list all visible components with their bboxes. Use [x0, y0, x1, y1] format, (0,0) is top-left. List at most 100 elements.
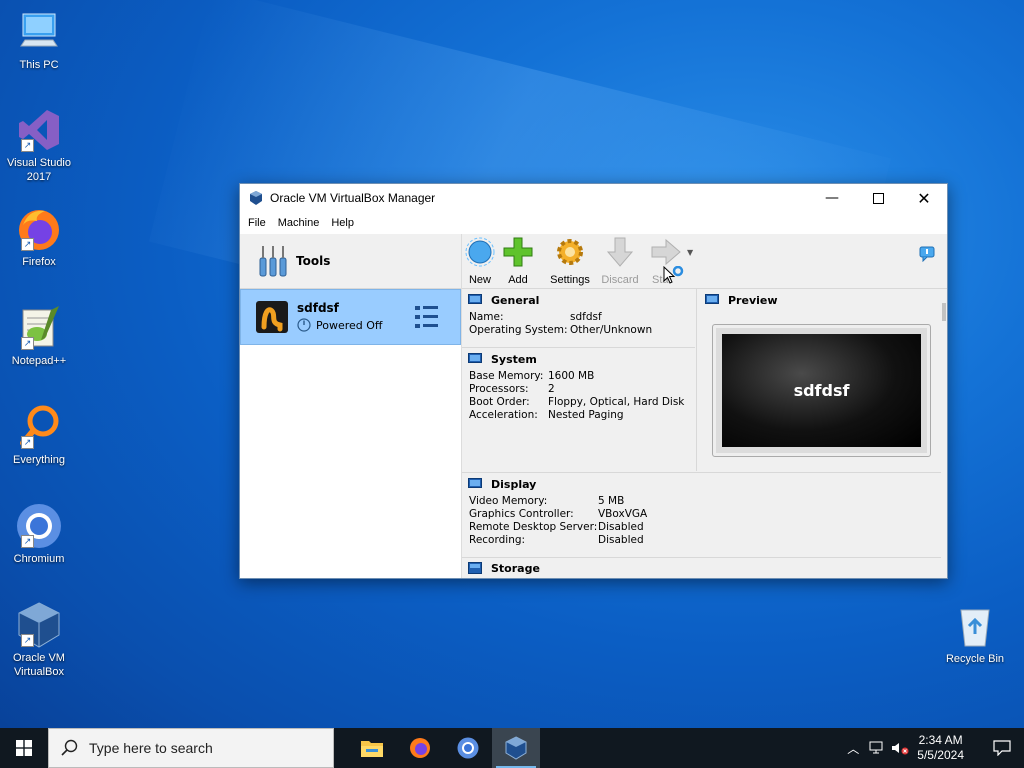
display-section: Display Video Memory: 5 MB Graphics Contr…	[462, 472, 941, 558]
firefox-icon	[410, 738, 430, 758]
show-hidden-icons-chevron-icon[interactable]: ︿	[847, 740, 859, 757]
shortcut-arrow-icon: ↗	[21, 139, 34, 152]
desktop-icon-notepadpp[interactable]: ↗ Notepad++	[0, 304, 78, 368]
taskbar-firefox[interactable]	[396, 728, 444, 768]
action-center-button[interactable]	[980, 728, 1024, 768]
close-icon: ✕	[917, 188, 931, 208]
shortcut-arrow-icon: ↗	[21, 238, 34, 251]
monitor-icon	[468, 478, 482, 488]
firefox-icon: ↗	[15, 205, 63, 253]
notification-icon	[993, 740, 1011, 756]
minimize-icon: —	[825, 190, 839, 206]
desktop-icon-firefox[interactable]: ↗ Firefox	[0, 205, 78, 269]
network-icon[interactable]	[869, 741, 885, 755]
preview-screen: sdfdsf	[722, 334, 921, 447]
general-rows: Name: sdfdsf Operating System: Other/Unkno…	[469, 311, 653, 336]
settings-button[interactable]: Settings	[548, 236, 592, 286]
start-button-windows[interactable]	[0, 728, 48, 768]
menu-machine[interactable]: Machine	[272, 217, 326, 229]
computer-icon	[15, 8, 63, 56]
power-off-icon	[297, 318, 311, 332]
close-button[interactable]: ✕	[901, 184, 947, 212]
chromium-icon: ↗	[15, 502, 63, 550]
notepadpp-icon: ↗	[15, 304, 63, 352]
general-header[interactable]: General	[462, 289, 695, 311]
preview-vm-name: sdfdsf	[793, 381, 850, 400]
chromium-icon	[457, 737, 479, 759]
help-balloon-icon[interactable]	[919, 246, 935, 262]
desktop-icon-this-pc[interactable]: This PC	[0, 8, 78, 72]
display-header[interactable]: Display	[462, 473, 941, 495]
display-rows: Video Memory: 5 MB Graphics Controller: VB…	[469, 495, 648, 546]
system-header[interactable]: System	[462, 348, 695, 370]
menu-file[interactable]: File	[242, 217, 272, 229]
virtualbox-cube-icon: ↗	[15, 601, 63, 649]
storage-section: Storage	[462, 558, 941, 578]
desktop-icon-chromium[interactable]: ↗ Chromium	[0, 502, 78, 566]
machine-list-pane: Tools sdfdsf Powered Off	[240, 234, 462, 578]
desktop-icon-recycle-bin[interactable]: Recycle Bin	[936, 602, 1014, 666]
vm-state: Powered Off	[297, 318, 383, 332]
preview-frame: sdfdsf	[712, 324, 931, 457]
desktop-icon-virtualbox[interactable]: ↗ Oracle VM VirtualBox	[0, 601, 78, 679]
vm-name: sdfdsf	[297, 301, 339, 315]
shortcut-arrow-icon: ↗	[21, 436, 34, 449]
system-section: System Base Memory: 1600 MB Processors: 2 …	[462, 348, 695, 422]
tools-label: Tools	[296, 254, 331, 268]
virtualbox-manager-window: Oracle VM VirtualBox Manager — ✕ File Ma…	[239, 183, 948, 579]
shortcut-arrow-icon: ↗	[21, 634, 34, 647]
shortcut-arrow-icon: ↗	[21, 535, 34, 548]
start-arrow-right-icon	[651, 238, 681, 266]
system-tray: ︿ 2:34 AM 5/5/2024	[847, 728, 1024, 768]
discard-button[interactable]: Discard	[598, 236, 642, 286]
vm-details-menu-icon[interactable]	[414, 304, 440, 330]
recycle-bin-icon	[951, 602, 999, 650]
other-os-icon	[256, 301, 288, 333]
shortcut-arrow-icon: ↗	[21, 337, 34, 350]
chip-icon	[468, 353, 482, 363]
menu-bar: File Machine Help	[240, 212, 947, 234]
desktop-icon-everything[interactable]: ↗ Everything	[0, 403, 78, 467]
folder-icon	[361, 741, 383, 757]
search-icon	[61, 739, 78, 756]
taskbar-clock[interactable]: 2:34 AM 5/5/2024	[917, 733, 964, 763]
minimize-button[interactable]: —	[809, 184, 855, 212]
taskbar-virtualbox[interactable]	[492, 728, 540, 768]
add-plus-icon	[503, 237, 533, 267]
tools-item[interactable]: Tools	[240, 234, 461, 289]
title-bar[interactable]: Oracle VM VirtualBox Manager — ✕	[240, 184, 947, 212]
monitor-icon	[705, 294, 719, 304]
preview-section: Preview sdfdsf	[696, 289, 942, 471]
system-rows: Base Memory: 1600 MB Processors: 2 Boot Or…	[469, 370, 685, 421]
taskbar-file-explorer[interactable]	[348, 728, 396, 768]
new-sun-icon	[465, 237, 495, 267]
general-section: General Name: sdfdsf Operating System: Oth…	[462, 289, 695, 348]
taskbar-search-box[interactable]: Type here to search	[48, 728, 334, 768]
virtualbox-cube-icon	[250, 191, 262, 205]
maximize-button[interactable]	[855, 184, 901, 212]
window-title: Oracle VM VirtualBox Manager	[270, 191, 436, 205]
desktop-icon-visual-studio[interactable]: ↗ Visual Studio 2017	[0, 106, 78, 184]
storage-disk-icon	[468, 562, 482, 574]
maximize-icon	[872, 192, 884, 204]
search-magnifier-icon: ↗	[15, 403, 63, 451]
settings-gear-icon	[557, 239, 583, 265]
details-scrollbar[interactable]	[941, 289, 947, 578]
preview-header[interactable]: Preview	[697, 289, 942, 311]
vm-list-item[interactable]: sdfdsf Powered Off	[240, 289, 461, 345]
visual-studio-icon: ↗	[15, 106, 63, 154]
taskbar-chromium[interactable]	[444, 728, 492, 768]
discard-arrow-down-icon	[606, 237, 634, 267]
tools-icon	[259, 246, 287, 277]
volume-muted-icon[interactable]	[891, 741, 909, 755]
monitor-icon	[468, 294, 482, 304]
menu-help[interactable]: Help	[325, 217, 360, 229]
taskbar: Type here to search ︿ 2:34 AM 5/5/2024	[0, 728, 1024, 768]
storage-header[interactable]: Storage	[462, 558, 941, 578]
start-dropdown-chevron-icon[interactable]: ▼	[687, 248, 693, 257]
busy-cursor-icon	[663, 266, 684, 284]
add-button[interactable]: Add	[501, 236, 535, 286]
windows-logo-icon	[16, 740, 32, 756]
scrollbar-thumb[interactable]	[942, 303, 946, 321]
new-button[interactable]: New	[463, 236, 497, 286]
